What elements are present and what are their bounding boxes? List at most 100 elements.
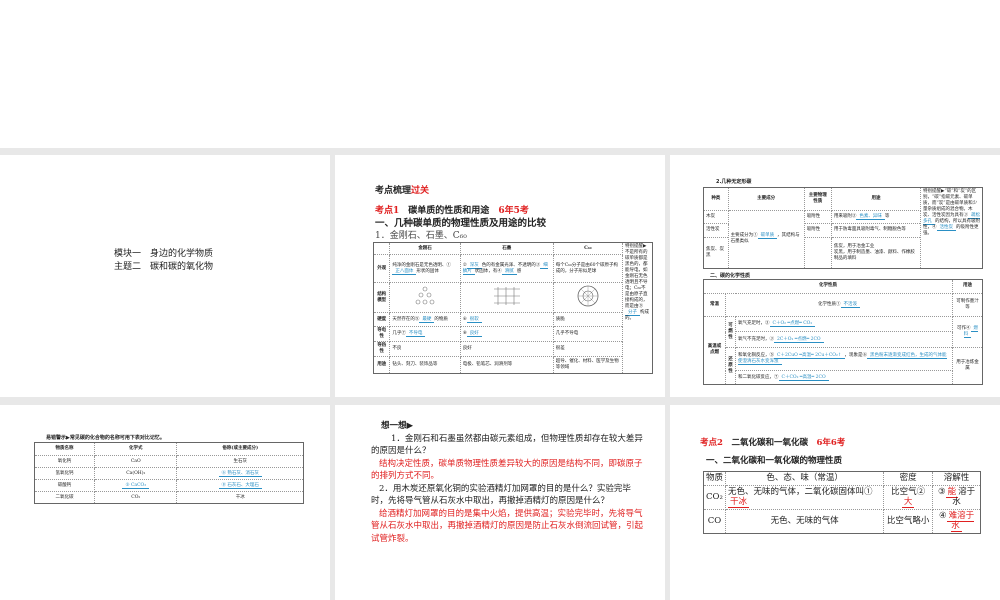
text: 不导电 [405, 331, 426, 337]
carbon-compare-table: 金刚石 石墨 C₆₀ 特别提醒▶不是所有的碳单质都是黑色的，都能导电，如金刚石无色透… [372, 242, 653, 374]
slide-thumbnail-1[interactable]: 模块一 身边的化学物质 主题二 碳和碳的氧化物 [0, 155, 330, 397]
sub-title: 1．金刚石、石墨、C₆₀ [375, 231, 467, 241]
table-cell [389, 282, 461, 313]
text: 状固体，有④ [474, 268, 502, 274]
warning-title: 易错警示▶常见碳的化合物的名称可用下表对比记忆。 [46, 435, 165, 441]
table-row: 结构模型 [372, 282, 653, 313]
text: 外观 [372, 254, 391, 283]
text: 可燃性 [725, 315, 736, 349]
text: 主要成分 [727, 187, 805, 211]
text: 和氧化铜反应，⑤ [738, 353, 774, 359]
slide-thumbnail-3[interactable]: 2.几种无定形碳 种类 主要成分 主要物理性质 用途 特别提醒▶“碳”和“炭”的区别，… [670, 155, 1000, 397]
text: 主要成分为① [730, 233, 758, 239]
table-cell: ⑧ 良好 [459, 326, 554, 342]
table-cell [803, 236, 832, 269]
text: 焦炭、炭黑 [703, 236, 729, 269]
table-cell: ④ 难溶于水 [932, 508, 981, 534]
table-row: 物质 色、态、味（常温） 密度 溶解性 [703, 471, 981, 486]
table-cell: 氧气充足时，② C＋O₂ ═点燃═ CO₂ [734, 315, 954, 333]
slide-thumbnail-2[interactable]: 考点梳理过关 考点1 碳单质的性质和用途 6年5考 一、几种碳单质的物理性质及用… [335, 155, 665, 397]
text: 能 [945, 486, 959, 498]
text: 感 [516, 268, 522, 274]
text: 几乎⑦ [392, 331, 406, 336]
table-cell: ⑤ CaCO₃ [94, 479, 178, 492]
table-cell: 和二氧化碳反应，⑦ C＋CO₂ ═高温═ 2CO [734, 370, 954, 385]
text: 几乎不导电 [552, 326, 624, 342]
table-cell: 和氧化铜反应，⑤ C＋2CuO ═高温═ 2Cu＋CO₂↑ ，现象是⑥ 黑色粉末逐渐变… [734, 347, 954, 372]
table-cell: 天然存在的⑤ 最硬 的物质 [389, 312, 461, 327]
table-row: 氧化钙 CaO 生石灰 [33, 455, 304, 468]
text: 硬度 [372, 312, 391, 327]
table-cell: ② 深灰 色的有金属光泽、不透明的③ 细鳞片 状固体，有④ 滑腻感 [459, 254, 554, 283]
text: 高温或点燃 [703, 315, 726, 385]
table-row: 常温 化学性质① 不活泼 可制作墨汁等 [703, 292, 983, 317]
text: 主要物理性质 [803, 187, 832, 211]
text: 干冰 [176, 491, 304, 504]
text: 物质名称 [33, 442, 96, 456]
table-row: 导热性 不良 良好 很差 [372, 341, 653, 357]
table-cell: ⑥ 很软 [459, 312, 554, 327]
text: 的物质 [434, 316, 448, 322]
table-row: 高温或点燃 可燃性 氧气充足时，② C＋O₂ ═点燃═ CO₂ 可作④ 燃料 [703, 315, 983, 385]
text: ⑥ 熟石灰、消石灰 [218, 470, 262, 477]
text: CO₂ [703, 484, 726, 510]
text: 氧气充足时，② [738, 320, 770, 326]
table-row: CO₂ 无色、无味的气体，二氧化碳固体叫①干冰 比空气②大 ③ 能溶于水 [703, 484, 981, 510]
text: 特别提醒▶不是所有的碳单质都是黑色的，都能导电，如金刚石无色透明且不导电；C₆₀… [625, 244, 648, 309]
table-row: 氢氧化钙 Ca(OH)₂ ⑥ 熟石灰、消石灰 [33, 467, 304, 480]
text: 天然存在的⑤ [392, 316, 420, 322]
text: ⑧ 石灰石、大理石 [218, 482, 262, 489]
table-row: 种类 主要成分 主要物理性质 用途 特别提醒▶“碳”和“炭”的区别，“碳”指碳元素、碳… [703, 187, 983, 269]
slide-thumbnail-4[interactable]: 易错警示▶常见碳的化合物的名称可用下表对比记忆。 物质名称 化学式 俗称(或主要成分… [0, 405, 330, 600]
text: 碳单质 [757, 233, 778, 240]
text: ，现象是⑥ [844, 353, 868, 359]
table-cell: 用来吸附② 色素、异味等 [830, 209, 922, 224]
text: 纯净的金刚石是无色透明、① [392, 262, 451, 268]
text: 不活泼 [840, 301, 861, 308]
text: 吸附性 [803, 223, 832, 238]
text: Ca(OH)₂ [94, 467, 178, 480]
table-row: 硬度 天然存在的⑤ 最硬 的物质 ⑥ 很软 质脆 [372, 312, 653, 327]
text: 溶解性 [932, 471, 981, 486]
kaodian-title: 考点2 二氧化碳和一氧化碳 6年6考 [700, 436, 845, 448]
text: 二氧化碳和一氧化碳 [731, 438, 808, 448]
text: 色、态、味（常温） [724, 471, 885, 486]
text: 最硬 [419, 316, 435, 323]
text: 密度 [883, 471, 934, 486]
text: 色的有金属光泽、不透明的③ [481, 262, 541, 268]
table-cell: 主要成分为① 碳单质 ，其结构与石墨类似 [727, 209, 805, 269]
compound-names-table: 物质名称 化学式 俗称(或主要成分) 氧化钙 CaO 生石灰 氢氧化钙 Ca(OH)₂ ⑥ … [33, 442, 304, 504]
text: 导热性 [372, 341, 391, 357]
answer-1: 结构决定性质，碳单质物理性质差异较大的原因是结构不同，即碳原子的排列方式不同。 [371, 458, 643, 482]
table-cell: 特别提醒▶“碳”和“炭”的区别，“碳”指碳元素、碳单质，而“炭”是由碳单质和少量… [920, 187, 983, 269]
text: 电极、铅笔芯、润滑剂等 [459, 356, 554, 374]
text: 考点2 [700, 438, 723, 448]
text: 二氧化碳 [33, 491, 96, 504]
text: CO₂ [94, 491, 178, 504]
text: 用来吸附② [833, 213, 857, 219]
text: 2C＋O₂ ═点燃═ 2CO [774, 336, 824, 343]
question-1: 1．金刚石和石墨虽然都由碳元素组成，但物理性质却存在较大差异的原因是什么？ [371, 433, 643, 457]
slide-thumbnail-6[interactable]: 考点2 二氧化碳和一氧化碳 6年6考 一、二氧化碳和一氧化碳的物理性质 物质 色、… [670, 405, 1000, 600]
text: 用途 [372, 356, 391, 374]
text: 和二氧化碳反应，⑦ [738, 374, 779, 380]
text: CaO [94, 455, 178, 468]
text: 常温 [703, 292, 726, 317]
table-row: 化学性质 用途 [702, 279, 983, 294]
text: 结构模型 [372, 282, 391, 313]
table-cell: 几乎⑦ 不导电 [389, 326, 461, 342]
module-title: 模块一 身边的化学物质 [114, 249, 214, 259]
text: 用于防毒面具吸附毒气、制糖脱色等 [830, 223, 922, 238]
table-row: 二氧化碳 CO₂ 干冰 [33, 491, 304, 504]
text: 比空气略小 [883, 508, 934, 534]
chemical-property-table: 化学性质 用途 常温 化学性质① 不活泼 可制作墨汁等 高温或点燃 可燃性 氧气充足时，② C… [702, 279, 983, 385]
text: C＋CO₂ ═高温═ 2CO [778, 374, 829, 381]
table-row: 氧气不充足时，③ 2C＋O₂ ═点燃═ 2CO [704, 331, 983, 349]
slide-thumbnail-5[interactable]: 想一想▶ 1．金刚石和石墨虽然都由碳元素组成，但物理性质却存在较大差异的原因是什… [335, 405, 665, 600]
c60-structure-icon [577, 285, 599, 307]
text: 俗称(或主要成分) [176, 442, 304, 456]
topic-title: 主题二 碳和碳的氧化物 [114, 262, 214, 272]
text: ⑤ CaCO₃ [122, 482, 150, 489]
table-row: 外观 纯净的金刚石是无色透明、①正八面体 形状的固体 ② 深灰 色的有金属光泽、不透明的③… [372, 254, 653, 283]
text: 导电性 [372, 326, 391, 342]
